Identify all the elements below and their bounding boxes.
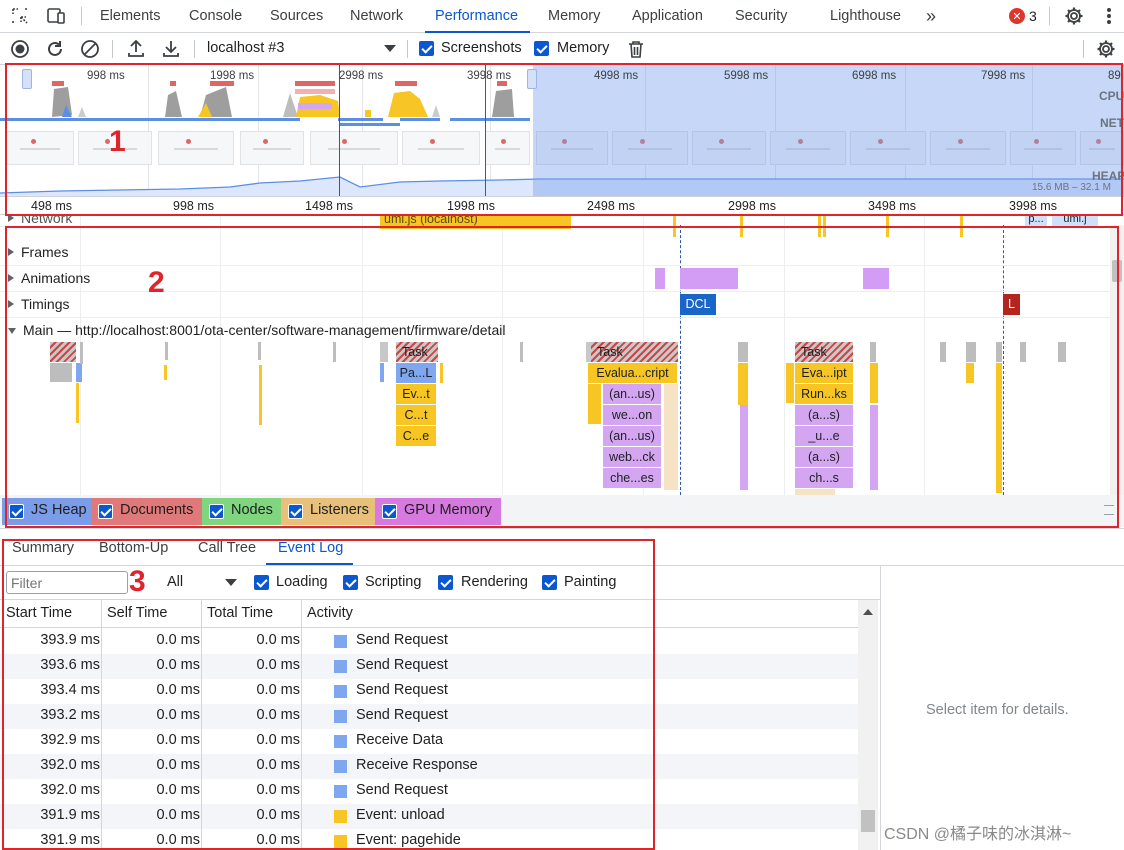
tab-application[interactable]: Application <box>632 0 703 32</box>
watermark-text: CSDN @橘子味的冰淇淋~ <box>884 826 1072 843</box>
details-pane: Select item for details. <box>880 566 1124 850</box>
tab-performance[interactable]: Performance <box>424 0 531 33</box>
kebab-menu-icon[interactable] <box>1099 5 1119 27</box>
more-tabs-icon[interactable]: » <box>920 5 942 27</box>
scrollbar-thumb[interactable] <box>861 810 875 832</box>
network-track-label: Network <box>21 215 73 226</box>
settings-gear-icon[interactable] <box>1063 5 1085 27</box>
recording-select-value[interactable]: localhost #3 <box>207 40 284 56</box>
upload-icon[interactable] <box>126 39 146 59</box>
record-icon[interactable] <box>10 39 30 59</box>
annotation-box-1 <box>5 63 1123 216</box>
error-icon[interactable]: ✕ <box>1009 8 1025 24</box>
tab-memory[interactable]: Memory <box>548 0 600 32</box>
trash-icon[interactable] <box>627 39 645 59</box>
annotation-number-2: 2 <box>148 266 165 299</box>
annotation-number-3: 3 <box>129 565 146 598</box>
memory-checkbox[interactable] <box>534 41 549 56</box>
tab-security[interactable]: Security <box>735 0 787 32</box>
clear-icon[interactable] <box>80 39 100 59</box>
devtools-tab-bar: Elements Console Sources Network Perform… <box>0 0 1124 33</box>
tab-sources[interactable]: Sources <box>270 0 323 32</box>
screenshots-label: Screenshots <box>441 40 522 56</box>
annotation-number-1: 1 <box>109 125 126 158</box>
reload-icon[interactable] <box>45 39 65 59</box>
tab-console[interactable]: Console <box>189 0 242 32</box>
scroll-up-icon[interactable] <box>862 606 874 616</box>
inspect-element-icon[interactable] <box>8 5 32 27</box>
tab-lighthouse[interactable]: Lighthouse <box>830 0 901 32</box>
screenshots-checkbox[interactable] <box>419 41 434 56</box>
event-log-scrollbar[interactable] <box>858 600 878 850</box>
error-count[interactable]: 3 <box>1029 0 1037 32</box>
device-toolbar-icon[interactable] <box>43 5 69 27</box>
details-placeholder-text: Select item for details. <box>926 702 1069 718</box>
memory-label: Memory <box>557 40 610 56</box>
annotation-box-2 <box>5 226 1119 528</box>
tab-elements[interactable]: Elements <box>100 0 160 32</box>
download-icon[interactable] <box>161 39 181 59</box>
tab-network[interactable]: Network <box>350 0 403 32</box>
capture-settings-gear-icon[interactable] <box>1095 39 1117 59</box>
annotation-box-3 <box>2 539 655 850</box>
recording-select-chevron-icon[interactable] <box>383 43 397 55</box>
performance-toolbar: localhost #3 Screenshots Memory <box>0 33 1124 65</box>
